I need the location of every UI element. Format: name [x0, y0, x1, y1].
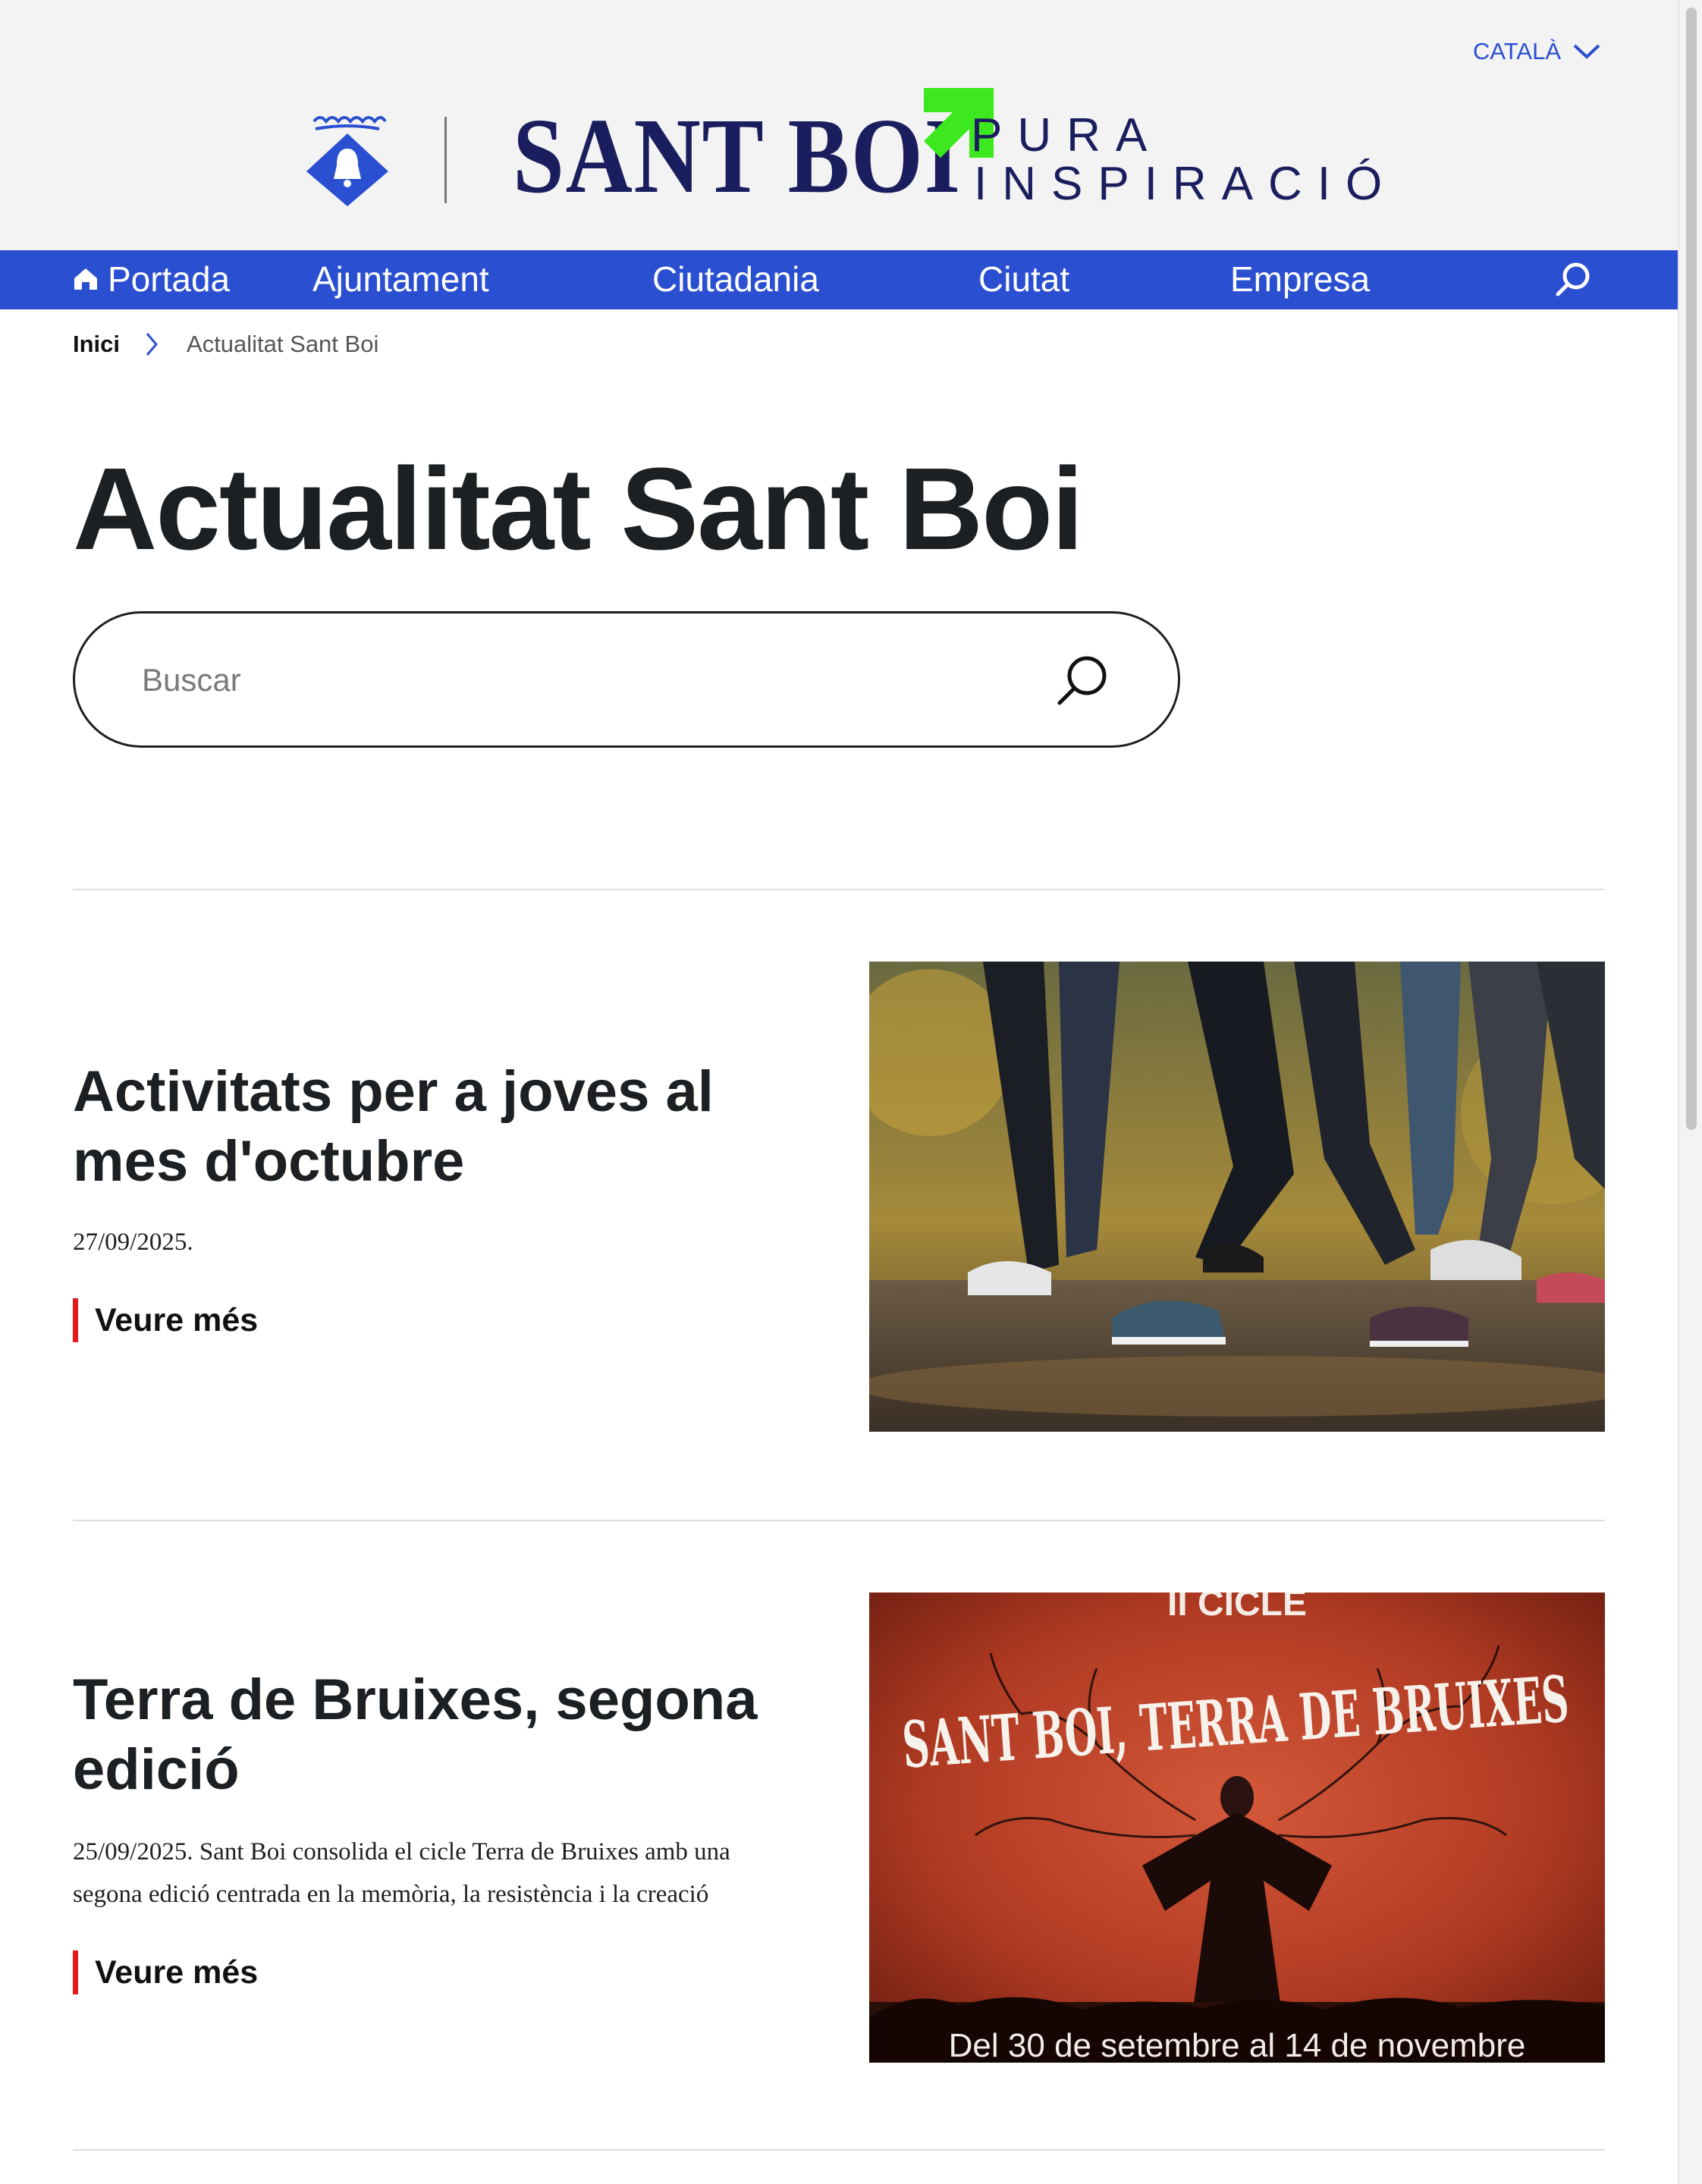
news-summary: 25/09/2025. Sant Boi consolida el cicle …	[73, 1838, 730, 1908]
link-accent-bar	[73, 1298, 78, 1342]
news-image[interactable]	[869, 962, 1605, 1432]
nav-item-ciutadania[interactable]: Ciutadania	[652, 258, 819, 300]
page-title: Actualitat Sant Boi	[73, 444, 1084, 574]
read-more-link[interactable]: Veure més	[73, 1298, 258, 1342]
terra-de-bruixes-poster: II CICLE SANT BOI, TERRA DE BRUIXES Del …	[869, 1592, 1605, 2063]
nav-item-ciutat[interactable]: Ciutat	[978, 258, 1069, 300]
language-selector[interactable]: CATALÀ	[1473, 38, 1602, 65]
section-divider	[73, 2149, 1605, 2151]
news-summary: 27/09/2025.	[73, 1228, 193, 1256]
nav-item-portada[interactable]: Portada	[73, 258, 230, 300]
news-image[interactable]: II CICLE SANT BOI, TERRA DE BRUIXES Del …	[869, 1592, 1605, 2063]
chevron-down-icon	[1573, 44, 1600, 59]
search-input[interactable]	[142, 651, 1052, 709]
walking-people-photo	[869, 962, 1605, 1432]
read-more-link[interactable]: Veure més	[73, 1950, 258, 1994]
chevron-right-icon	[146, 333, 158, 356]
search-icon[interactable]	[1553, 259, 1594, 300]
poster-top-label: II CICLE	[1167, 1592, 1307, 1624]
breadcrumb: Inici Actualitat Sant Boi	[73, 329, 378, 359]
poster-dates: Del 30 de setembre al 14 de novembre	[949, 2027, 1526, 2063]
nav-item-ajuntament[interactable]: Ajuntament	[312, 258, 489, 300]
read-more-label: Veure més	[95, 1953, 259, 1991]
search-icon[interactable]	[1055, 653, 1111, 709]
home-icon	[74, 268, 97, 290]
section-divider	[73, 1520, 1605, 1521]
page-scrollbar[interactable]	[1678, 0, 1702, 2184]
scrollbar-thumb[interactable]	[1686, 8, 1697, 1130]
brand-wordmark: SANT BOI	[513, 96, 962, 215]
search-box	[73, 611, 1180, 748]
link-accent-bar	[73, 1950, 78, 1994]
nav-item-label: Portada	[108, 259, 231, 299]
read-more-label: Veure més	[95, 1301, 259, 1338]
language-label: CATALÀ	[1473, 38, 1561, 64]
news-title[interactable]: Terra de Bruixes, segona edició	[73, 1665, 801, 1805]
section-divider	[73, 889, 1605, 890]
brand-tagline-2: INSPIRACIÓ	[974, 158, 1398, 210]
breadcrumb-home-link[interactable]: Inici	[73, 331, 120, 358]
header-divider	[444, 117, 447, 203]
main-nav: Portada Ajuntament Ciutadania Ciutat Emp…	[0, 250, 1678, 309]
site-header: CATALÀ SANT BOI PURA INSPIRACIÓ	[0, 0, 1678, 250]
news-title[interactable]: Activitats per a joves al mes d'octubre	[73, 1057, 801, 1197]
breadcrumb-current: Actualitat Sant Boi	[187, 331, 379, 357]
brand-logo[interactable]: SANT BOI PURA INSPIRACIÓ	[513, 82, 1382, 218]
brand-tagline-1: PURA	[971, 109, 1163, 162]
nav-item-empresa[interactable]: Empresa	[1230, 258, 1370, 300]
city-crest-logo[interactable]	[303, 111, 391, 206]
